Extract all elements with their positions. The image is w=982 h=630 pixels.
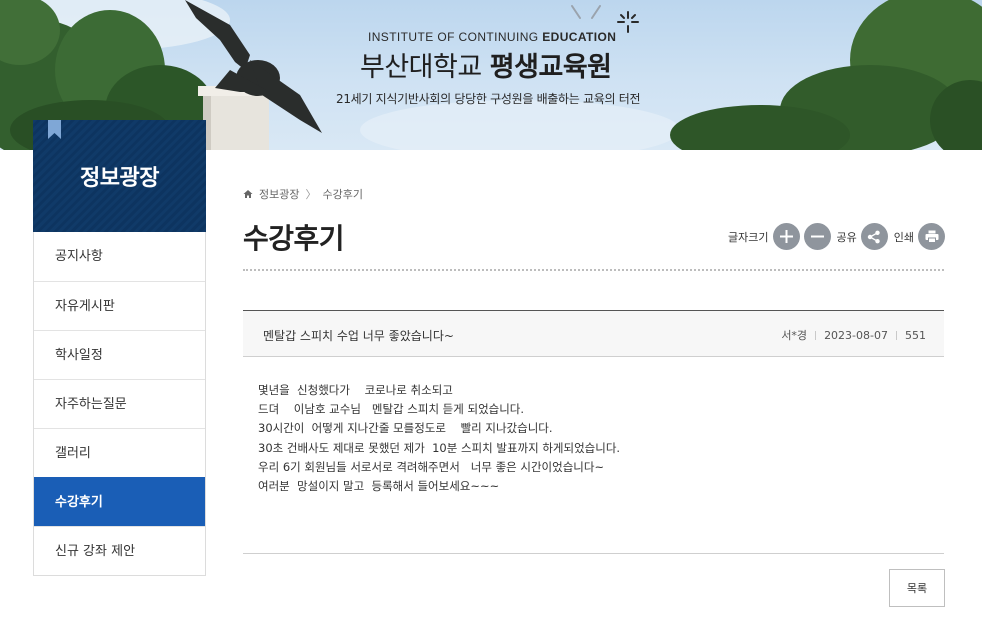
meta-divider xyxy=(896,330,897,340)
list-button[interactable]: 목록 xyxy=(889,569,945,607)
breadcrumb-item[interactable]: 정보광장 xyxy=(259,186,299,202)
share-icon xyxy=(868,230,880,243)
post-divider xyxy=(243,553,944,554)
print-button[interactable] xyxy=(918,223,945,250)
sidebar-item-gallery[interactable]: 갤러리 xyxy=(34,428,205,477)
meta-divider xyxy=(815,330,817,340)
printer-icon xyxy=(925,230,938,243)
breadcrumb: 정보광장 〉 수강후기 xyxy=(243,186,363,202)
post-body: 몇년을 신청했다가 코로나로 취소되고 드뎌 이남호 교수님 멘탈갑 스피치 듣… xyxy=(258,383,621,494)
page-title: 수강후기 xyxy=(243,222,345,255)
post-header: 멘탈갑 스피치 수업 너무 좋았습니다~ 서*경 2023-08-07 551 xyxy=(243,310,944,357)
zoom-out-button[interactable] xyxy=(803,223,831,250)
post-meta: 서*경 2023-08-07 551 xyxy=(781,327,926,343)
sidebar-header: 정보광장 xyxy=(33,120,206,232)
sidebar-item-notice[interactable]: 공지사항 xyxy=(34,232,205,281)
plus-icon xyxy=(779,230,793,243)
sidebar-item-course-proposal[interactable]: 신규 강좌 제안 xyxy=(34,526,205,575)
breadcrumb-item[interactable]: 수강후기 xyxy=(322,186,362,202)
title-divider xyxy=(243,269,944,271)
page-tools: 글자크기 공유 인쇄 xyxy=(726,223,945,250)
sidebar-item-free-board[interactable]: 자유게시판 xyxy=(34,281,205,330)
banner-slogan: 21세기 지식기반사회의 당당한 구성원을 배출하는 교육의 터전 xyxy=(336,92,641,106)
breadcrumb-separator: 〉 xyxy=(305,188,317,201)
post-author: 서*경 xyxy=(781,329,808,342)
bookmark-icon xyxy=(48,120,61,139)
sidebar-item-academic-calendar[interactable]: 학사일정 xyxy=(34,330,205,379)
zoom-in-button[interactable] xyxy=(772,223,800,250)
font-size-label: 글자크기 xyxy=(728,230,769,244)
post-views: 551 xyxy=(905,328,926,342)
share-label: 공유 xyxy=(836,230,857,244)
sidebar-item-course-reviews[interactable]: 수강후기 xyxy=(34,477,205,526)
banner-title[interactable]: 부산대학교 평생교육원 xyxy=(360,45,612,84)
banner-subtitle: INSTITUTE OF CONTINUING EDUCATION xyxy=(368,30,617,44)
sidebar-item-faq[interactable]: 자주하는질문 xyxy=(34,379,205,428)
post-date: 2023-08-07 xyxy=(824,328,888,342)
post-title: 멘탈갑 스피치 수업 너무 좋았습니다~ xyxy=(263,329,454,343)
sidebar-title: 정보광장 xyxy=(80,166,159,191)
print-label: 인쇄 xyxy=(893,230,914,244)
minus-icon xyxy=(810,235,824,238)
share-button[interactable] xyxy=(860,223,888,250)
home-icon[interactable] xyxy=(243,189,253,199)
sidebar-menu: 공지사항 자유게시판 학사일정 자주하는질문 갤러리 수강후기 신규 강좌 제안 xyxy=(33,232,206,576)
